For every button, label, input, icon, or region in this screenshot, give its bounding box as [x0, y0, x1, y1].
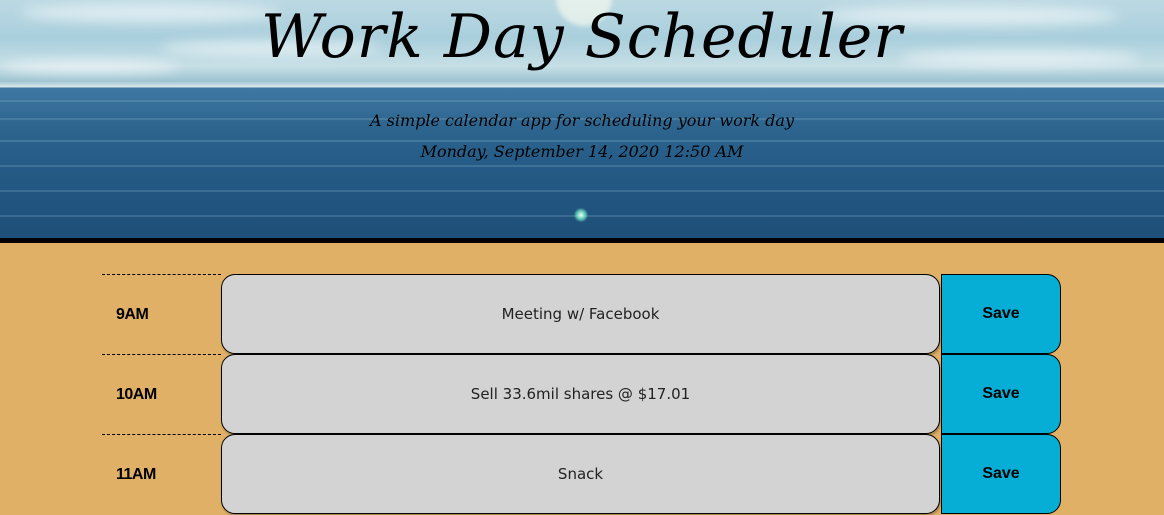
- hour-label: 10AM: [102, 354, 221, 434]
- hour-label: 9AM: [102, 274, 221, 354]
- page-title: Work Day Scheduler: [261, 2, 903, 72]
- description-textarea[interactable]: Sell 33.6mil shares @ $17.01: [221, 354, 940, 434]
- hour-label: 11AM: [102, 434, 221, 514]
- time-block-row: 11AM Snack Save: [102, 434, 1062, 514]
- save-button[interactable]: Save: [941, 434, 1061, 514]
- jumbotron-header: Work Day Scheduler A simple calendar app…: [0, 0, 1164, 238]
- header-divider: [0, 238, 1164, 243]
- current-date-time: Monday, September 14, 2020 12:50 AM: [420, 142, 744, 161]
- save-button[interactable]: Save: [941, 354, 1061, 434]
- save-button[interactable]: Save: [941, 274, 1061, 354]
- time-block-row: 10AM Sell 33.6mil shares @ $17.01 Save: [102, 354, 1062, 434]
- description-textarea[interactable]: Meeting w/ Facebook: [221, 274, 940, 354]
- light-sparkle: [574, 208, 588, 222]
- page-subtitle: A simple calendar app for scheduling you…: [369, 111, 794, 130]
- time-block-row: 9AM Meeting w/ Facebook Save: [102, 274, 1062, 354]
- description-textarea[interactable]: Snack: [221, 434, 940, 514]
- time-block-list: 9AM Meeting w/ Facebook Save 10AM Sell 3…: [102, 274, 1062, 514]
